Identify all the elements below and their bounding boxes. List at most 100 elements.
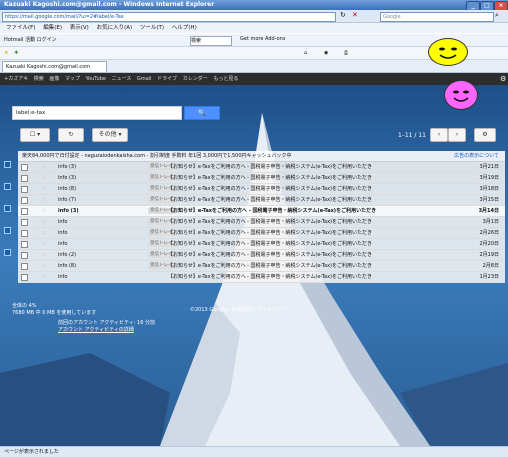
smiley-face-icon — [439, 47, 457, 59]
ie-search-input[interactable]: Google — [380, 12, 494, 22]
pager-count: 1–11 / 11 — [398, 132, 426, 139]
star-icon[interactable]: ☆ — [42, 173, 46, 183]
mail-row[interactable]: ☆ info (7) 受信トレイ 【お知らせ】e-Taxをご利用の方へ - 国税電子申… — [18, 195, 505, 206]
row-checkbox[interactable] — [21, 230, 28, 237]
nav-label-icon[interactable] — [4, 227, 11, 234]
mail-sender: info (2) — [58, 252, 77, 258]
gbar-item[interactable]: Gmail — [137, 76, 152, 82]
smiley-sticker-pink — [444, 80, 478, 110]
promo-row[interactable]: 楽天84,000円で日付設定 - naguzaiodenkaisha.com -… — [18, 151, 505, 162]
menu-item-file[interactable]: ファイル(F) — [6, 25, 35, 31]
menu-item-view[interactable]: 表示(V) — [70, 25, 89, 31]
mail-row[interactable]: ☆ info (3) 受信トレイ 【お知らせ】e-Taxをご利用の方へ - 国税電子申… — [18, 173, 505, 184]
mail-sender: info — [58, 230, 68, 236]
mail-date: 3月18日 — [479, 186, 499, 192]
addons-link[interactable]: Get more Add-ons — [240, 36, 285, 42]
mail-subject: 【お知らせ】e-Taxをご利用の方へ - 国税電子申告・納税システム(e-Tax… — [168, 208, 377, 214]
next-page-button[interactable]: › — [448, 128, 466, 142]
row-checkbox[interactable] — [21, 252, 28, 259]
gbar-item[interactable]: マップ — [65, 76, 80, 82]
browser-tab[interactable]: Kazuaki Kagoshi.com@gmail.com — [2, 61, 107, 72]
refresh-button[interactable]: ↻ — [58, 128, 84, 142]
mail-date: 3月14日 — [478, 208, 499, 214]
window-title: Kazuaki Kagoshi.com@gmail.com - Windows … — [4, 1, 215, 8]
address-input[interactable]: https://mail.google.com/mail/?ui=2#label… — [2, 12, 336, 22]
toolbar-search-input[interactable]: 検索 — [190, 36, 232, 46]
mail-search-button[interactable]: 🔍 — [184, 106, 220, 120]
row-checkbox[interactable] — [21, 197, 28, 204]
prev-page-button[interactable]: ‹ — [430, 128, 448, 142]
mail-sender: info (8) — [58, 263, 77, 269]
row-checkbox[interactable] — [21, 175, 28, 182]
mail-date: 3月1日 — [482, 219, 499, 225]
nav-label-icon[interactable] — [4, 205, 11, 212]
row-checkbox[interactable] — [21, 208, 28, 215]
nav-label-icon[interactable] — [4, 249, 11, 256]
menu-item-tools[interactable]: ツール(T) — [140, 25, 164, 31]
refresh-icon[interactable]: ↻ — [340, 11, 346, 19]
gbar-item[interactable]: YouTube — [86, 76, 106, 82]
gbar-item[interactable]: 画像 — [49, 76, 59, 82]
nav-label-icon[interactable] — [4, 183, 11, 190]
mail-row[interactable]: ☆ info (2) 受信トレイ 【お知らせ】e-Taxをご利用の方へ - 国税電子申… — [18, 250, 505, 261]
row-checkbox[interactable] — [21, 263, 28, 270]
star-icon[interactable]: ☆ — [42, 217, 46, 227]
mail-subject: 【お知らせ】e-Taxをご利用の方へ - 国税電子申告・納税システム(e-Tax… — [168, 219, 372, 225]
smiley-sticker-yellow — [428, 38, 468, 66]
gbar-item[interactable]: もっと見る — [213, 76, 238, 82]
nav-label-icon[interactable] — [4, 161, 11, 168]
star-icon[interactable]: ☆ — [42, 261, 46, 271]
row-checkbox[interactable] — [21, 274, 28, 281]
gear-icon[interactable]: ⚙ — [500, 73, 506, 85]
toolbar-link[interactable]: Hotmail 活動 ログイン — [4, 36, 57, 43]
mail-row[interactable]: ☆ info (8) 受信トレイ 【お知らせ】e-Taxをご利用の方へ - 国税電子申… — [18, 261, 505, 272]
mail-date: 2月20日 — [479, 241, 499, 247]
menu-item-help[interactable]: ヘルプ(H) — [172, 25, 197, 31]
print-icon[interactable]: ⎙ — [344, 47, 348, 59]
row-checkbox[interactable] — [21, 164, 28, 171]
gbar-item[interactable]: ニュース — [112, 76, 132, 82]
favorites-add-icon[interactable]: ✚ — [14, 50, 18, 56]
star-icon[interactable]: ☆ — [42, 206, 46, 216]
menu-bar: ファイル(F) 編集(E) 表示(V) お気に入り(A) ツール(T) ヘルプ(… — [0, 23, 508, 33]
search-icon[interactable]: ⌕ — [495, 11, 499, 20]
mail-row[interactable]: ☆ info 受信トレイ 【お知らせ】e-Taxをご利用の方へ - 国税電子申告・納税… — [18, 239, 505, 250]
status-text: ページが表示されました — [4, 449, 59, 455]
star-icon[interactable]: ☆ — [42, 184, 46, 194]
home-icon[interactable]: ⌂ — [304, 47, 307, 59]
star-icon[interactable]: ☆ — [42, 239, 46, 249]
star-icon[interactable]: ☆ — [42, 228, 46, 238]
select-all-dropdown[interactable]: ☐ ▾ — [20, 128, 50, 142]
star-icon[interactable]: ☆ — [42, 195, 46, 205]
mail-sender: info (8) — [58, 186, 77, 192]
star-icon[interactable]: ☆ — [42, 272, 46, 282]
mail-row[interactable]: ☆ info 受信トレイ 【お知らせ】e-Taxをご利用の方へ - 国税電子申告・納税… — [18, 217, 505, 228]
gbar-item[interactable]: カレンダー — [183, 76, 208, 82]
star-icon[interactable]: ☆ — [42, 250, 46, 260]
row-checkbox[interactable] — [21, 186, 28, 193]
mail-row[interactable]: ☆ info (8) 受信トレイ 【お知らせ】e-Taxをご利用の方へ - 国税電子申… — [18, 184, 505, 195]
gbar-item[interactable]: +カズアキ — [4, 76, 28, 82]
favorites-star-icon[interactable]: ★ — [4, 50, 8, 56]
gbar-item[interactable]: ドライブ — [157, 76, 177, 82]
menu-item-edit[interactable]: 編集(E) — [43, 25, 62, 31]
star-icon[interactable]: ☆ — [42, 162, 46, 172]
settings-button[interactable]: ⚙ — [474, 128, 496, 142]
mail-subject: 【お知らせ】e-Taxをご利用の方へ - 国税電子申告・納税システム(e-Tax… — [168, 263, 372, 269]
mail-row[interactable]: ☆ info 【お知らせ】e-Taxをご利用の方へ - 国税電子申告・納税システム(… — [18, 272, 505, 283]
promo-info-link[interactable]: 広告の表示について — [454, 151, 499, 161]
activity-details-link[interactable]: アカウント アクティビティの詳細 — [58, 327, 155, 334]
feed-icon[interactable]: ◉ — [324, 47, 328, 59]
mail-row[interactable]: ☆ info (3) 受信トレイ 【お知らせ】e-Taxをご利用の方へ - 国税電子申… — [18, 206, 505, 217]
mail-row[interactable]: ☆ info 受信トレイ 【お知らせ】e-Taxをご利用の方へ - 国税電子申告・納税… — [18, 228, 505, 239]
mail-row[interactable]: ☆ info (3) 受信トレイ 【お知らせ】e-Taxをご利用の方へ - 国税電子申… — [18, 162, 505, 173]
gbar-item[interactable]: 検索 — [34, 76, 44, 82]
row-checkbox[interactable] — [21, 219, 28, 226]
copyright-text[interactable]: ©2013 Google - 利用規約とプライバシー — [190, 306, 287, 313]
more-actions-button[interactable]: その他 ▾ — [92, 128, 128, 142]
mail-search-input[interactable]: label:e-tax — [12, 106, 182, 120]
stop-icon[interactable]: ✕ — [352, 11, 358, 19]
menu-item-favorites[interactable]: お気に入り(A) — [97, 25, 133, 31]
row-checkbox[interactable] — [21, 241, 28, 248]
mail-date: 2月26日 — [479, 230, 499, 236]
